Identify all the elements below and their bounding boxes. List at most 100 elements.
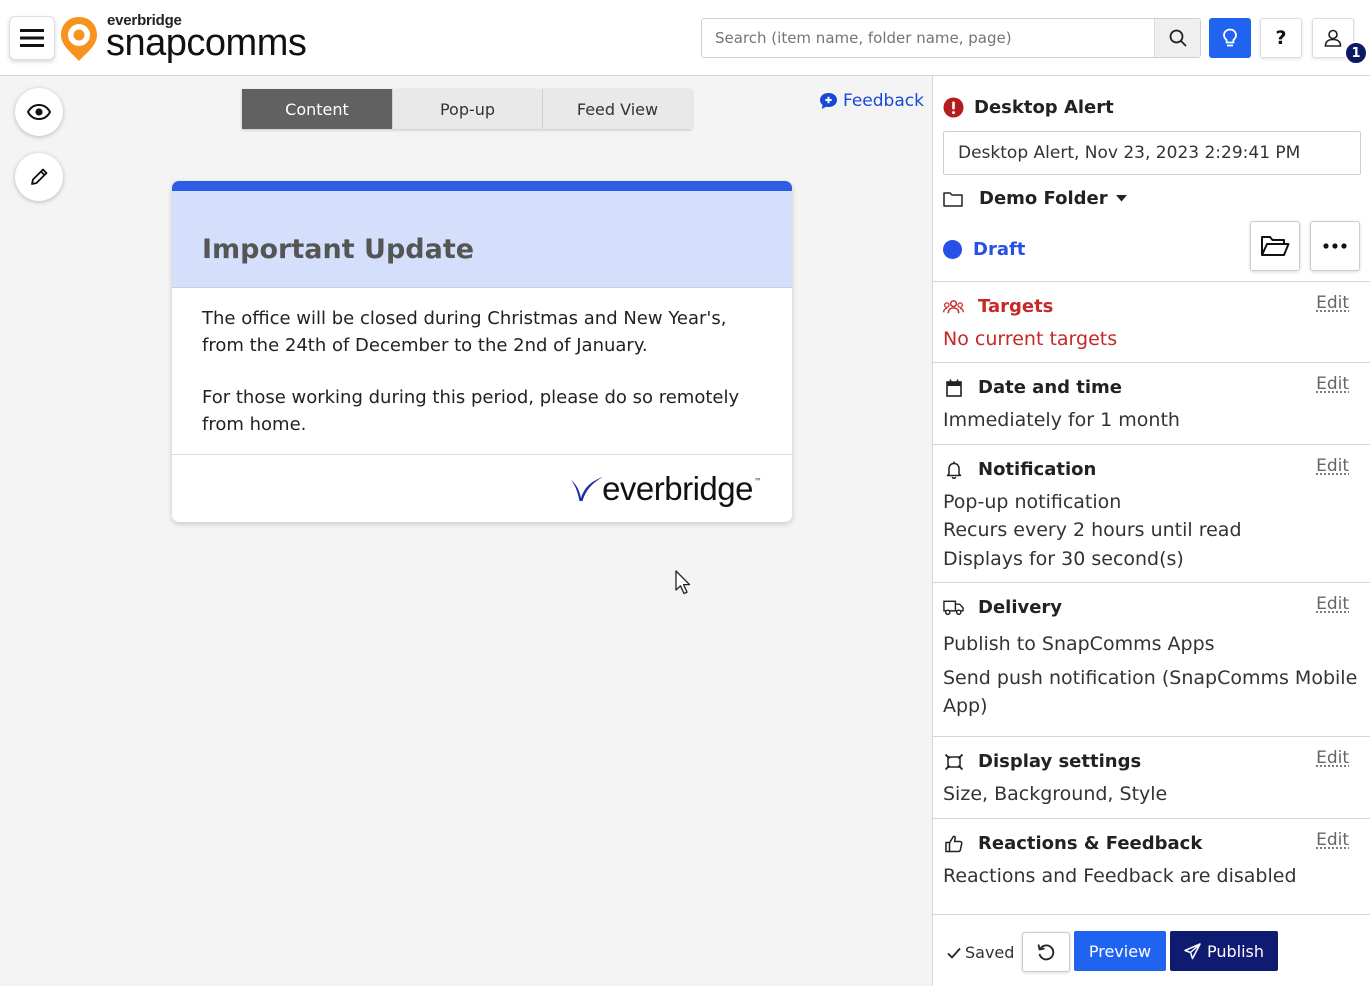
display-settings-header: Display settings — [943, 751, 1141, 772]
saved-label: Saved — [965, 943, 1014, 962]
help-button[interactable]: ? — [1260, 18, 1302, 58]
feedback-link[interactable]: Feedback — [819, 91, 924, 111]
delivery-value: App) — [943, 695, 988, 717]
tips-button[interactable] — [1209, 18, 1251, 58]
tab-feed-view[interactable]: Feed View — [542, 89, 692, 129]
status-dot-icon — [943, 240, 962, 259]
expand-icon — [943, 751, 964, 772]
caret-down-icon — [1116, 195, 1127, 202]
calendar-icon — [943, 377, 964, 398]
tab-popup[interactable]: Pop-up — [392, 89, 542, 129]
notification-title: Notification — [978, 459, 1096, 480]
alert-paragraph: The office will be closed during Christm… — [202, 305, 772, 359]
paper-plane-icon — [1184, 943, 1201, 960]
mouse-cursor-icon — [675, 570, 693, 596]
undo-icon — [1037, 943, 1055, 961]
search-button[interactable] — [1154, 19, 1200, 57]
display-settings-edit-link[interactable]: Edit — [1316, 748, 1349, 768]
delivery-edit-link[interactable]: Edit — [1316, 594, 1349, 614]
display-settings-value: Size, Background, Style — [943, 783, 1167, 805]
pencil-icon — [29, 167, 49, 187]
logo-pin-icon — [60, 16, 98, 62]
delivery-section: Delivery Edit Publish to SnapComms Apps … — [933, 582, 1370, 736]
everbridge-check-icon — [570, 476, 604, 502]
targets-edit-link[interactable]: Edit — [1316, 293, 1349, 313]
alert-top-bar — [172, 181, 792, 191]
reactions-header: Reactions & Feedback — [943, 833, 1202, 854]
delivery-title: Delivery — [978, 597, 1062, 618]
notification-value: Displays for 30 second(s) — [943, 548, 1184, 570]
datetime-title: Date and time — [978, 377, 1122, 398]
top-header: everbridge snapcomms ? 1 — [0, 0, 1370, 76]
targets-title: Targets — [978, 296, 1053, 317]
reactions-section: Reactions & Feedback Edit Reactions and … — [933, 818, 1370, 914]
notification-section: Notification Edit Pop-up notification Re… — [933, 444, 1370, 582]
notification-value: Recurs every 2 hours until read — [943, 519, 1242, 541]
checkmark-icon — [947, 947, 961, 959]
reactions-title: Reactions & Feedback — [978, 833, 1202, 854]
open-folder-button[interactable] — [1250, 221, 1300, 271]
targets-section: Targets Edit No current targets — [933, 281, 1370, 362]
alert-body: The office will be closed during Christm… — [202, 305, 772, 463]
display-settings-title: Display settings — [978, 751, 1141, 772]
folder-dropdown[interactable]: Demo Folder — [943, 188, 1127, 209]
publish-button[interactable]: Publish — [1170, 931, 1278, 971]
snapcomms-logo[interactable]: everbridge snapcomms — [60, 12, 320, 66]
view-tabs: Content Pop-up Feed View — [242, 89, 692, 129]
folder-icon — [943, 191, 963, 207]
revert-button[interactable] — [1022, 932, 1070, 972]
edit-mode-button[interactable] — [15, 153, 63, 201]
content-type-row: Desktop Alert — [943, 97, 1114, 118]
datetime-value: Immediately for 1 month — [943, 409, 1180, 431]
folder-open-icon — [1260, 235, 1290, 257]
reactions-value: Reactions and Feedback are disabled — [943, 865, 1297, 887]
user-icon — [1324, 29, 1342, 47]
preview-button[interactable]: Preview — [1074, 931, 1166, 971]
lightbulb-icon — [1222, 28, 1238, 48]
display-settings-section: Display settings Edit Size, Background, … — [933, 736, 1370, 818]
search-icon — [1169, 29, 1187, 47]
datetime-edit-link[interactable]: Edit — [1316, 374, 1349, 394]
feedback-link-label: Feedback — [843, 91, 924, 111]
content-name-input[interactable] — [943, 131, 1361, 175]
hamburger-icon — [20, 28, 44, 48]
alert-preview-card: Important Update The office will be clos… — [172, 181, 792, 522]
delivery-header: Delivery — [943, 597, 1062, 618]
targets-header: Targets — [943, 296, 1053, 317]
more-options-button[interactable] — [1310, 221, 1360, 271]
notification-edit-link[interactable]: Edit — [1316, 456, 1349, 476]
alert-exclamation-icon — [943, 97, 964, 118]
everbridge-logo: everbridge ™ — [570, 467, 762, 511]
bell-icon — [943, 459, 964, 480]
notification-header: Notification — [943, 459, 1096, 480]
ellipsis-icon — [1323, 243, 1347, 249]
search-box — [701, 18, 1201, 58]
saved-indicator: Saved — [947, 943, 1014, 962]
notification-value: Pop-up notification — [943, 491, 1121, 513]
reactions-edit-link[interactable]: Edit — [1316, 830, 1349, 850]
trademark-symbol: ™ — [754, 477, 762, 486]
everbridge-logo-text: everbridge — [602, 470, 753, 508]
thumbs-up-icon — [943, 833, 964, 854]
help-icon: ? — [1275, 27, 1286, 49]
delivery-value: Send push notification (SnapComms Mobile — [943, 667, 1357, 689]
targets-value: No current targets — [943, 328, 1117, 350]
action-bar: Saved Preview Publish — [933, 914, 1370, 986]
logo-product-text: snapcomms — [106, 22, 306, 65]
search-input[interactable] — [702, 19, 1156, 57]
users-icon — [943, 296, 964, 317]
datetime-header: Date and time — [943, 377, 1122, 398]
properties-panel: Desktop Alert Demo Folder Draft Targets … — [932, 76, 1370, 986]
alert-title: Important Update — [202, 234, 474, 265]
alert-footer: everbridge ™ — [172, 454, 792, 522]
truck-icon — [943, 597, 964, 618]
datetime-section: Date and time Edit Immediately for 1 mon… — [933, 362, 1370, 444]
notification-badge[interactable]: 1 — [1344, 41, 1368, 65]
preview-mode-button[interactable] — [15, 88, 63, 136]
tab-content[interactable]: Content — [242, 89, 392, 129]
publish-label: Publish — [1207, 942, 1264, 961]
alert-header: Important Update — [172, 191, 792, 288]
main-menu-button[interactable] — [9, 16, 55, 60]
delivery-value: Publish to SnapComms Apps — [943, 633, 1215, 655]
feedback-icon — [819, 92, 838, 110]
